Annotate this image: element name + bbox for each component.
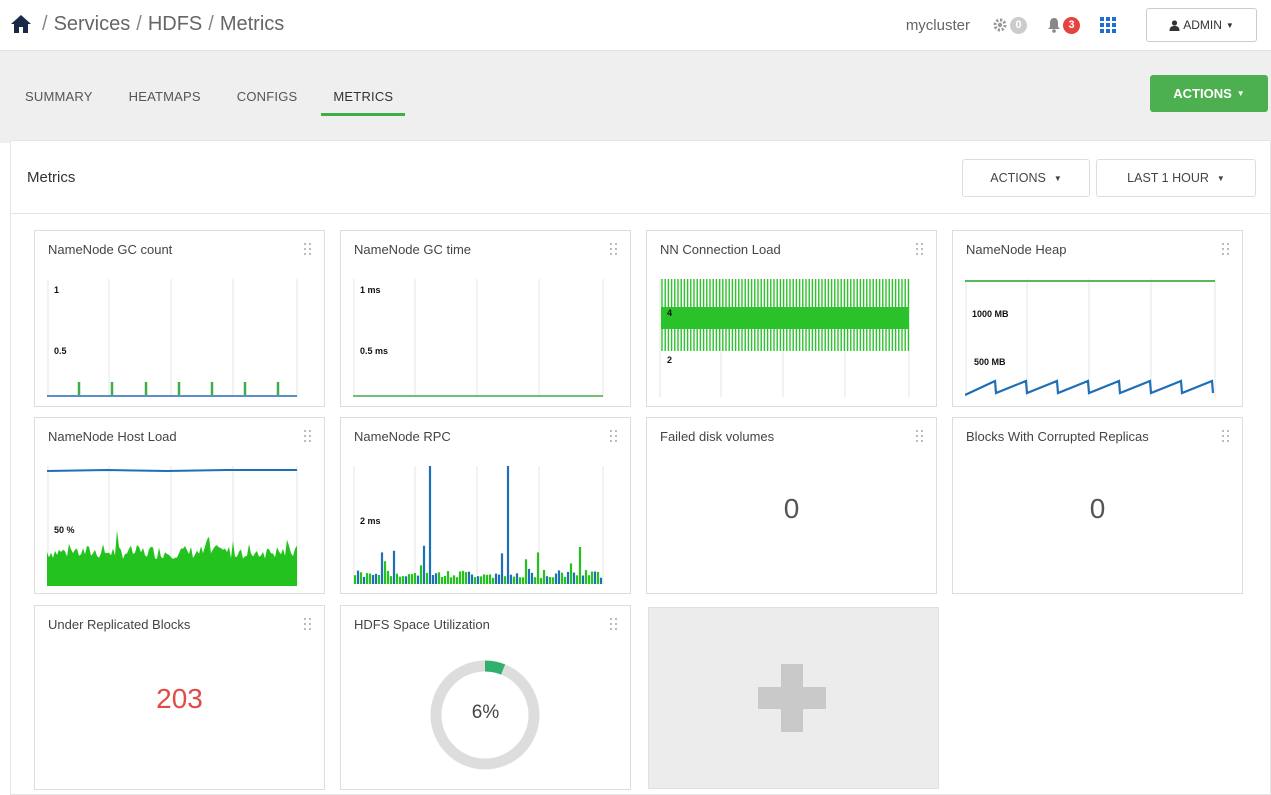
y-axis-label: 0.5 ms	[360, 346, 389, 356]
tab-metrics[interactable]: METRICS	[321, 89, 406, 116]
widget-namenode-rpc[interactable]: NameNode RPC 2 ms	[340, 417, 631, 594]
breadcrumb-current: Metrics	[219, 12, 285, 35]
panel-title: Metrics	[27, 169, 76, 186]
gc-count-chart	[47, 279, 298, 397]
y-axis-label: 0.5	[54, 346, 67, 356]
drag-handle-icon[interactable]	[916, 243, 924, 255]
widget-title: Failed disk volumes	[660, 429, 775, 444]
corrupted-replicas-value: 0	[1089, 493, 1106, 524]
widget-title: Blocks With Corrupted Replicas	[966, 429, 1149, 444]
failed-disk-volumes-value: 0	[783, 493, 800, 524]
widget-title: HDFS Space Utilization	[354, 617, 490, 632]
metrics-panel-header: Metrics ACTIONS ▼ LAST 1 HOUR ▼	[11, 141, 1270, 214]
gc-time-chart	[353, 279, 604, 397]
tab-summary[interactable]: SUMMARY	[25, 89, 93, 110]
y-axis-label: 4	[667, 308, 673, 318]
nn-connection-load-chart	[659, 279, 910, 397]
widget-nn-connection-load[interactable]: NN Connection Load 4 2	[646, 230, 937, 407]
add-widget-button[interactable]	[648, 607, 939, 789]
drag-handle-icon[interactable]	[916, 430, 924, 442]
service-nav: SUMMARY HEATMAPS CONFIGS METRICS ACTIONS…	[0, 50, 1271, 143]
bell-icon	[1048, 18, 1060, 33]
breadcrumb-separator: /	[42, 12, 48, 35]
breadcrumb-services[interactable]: Services	[54, 13, 131, 36]
widget-title: NameNode GC time	[354, 242, 472, 257]
widget-title: NameNode Heap	[966, 242, 1067, 257]
y-axis-label: 2	[667, 355, 673, 365]
plus-icon	[758, 664, 826, 732]
breadcrumb-hdfs[interactable]: HDFS	[148, 13, 202, 36]
y-axis-label: 2 ms	[360, 516, 381, 526]
user-name: ADMIN	[1183, 18, 1222, 32]
tab-heatmaps[interactable]: HEATMAPS	[129, 89, 201, 110]
user-menu-button[interactable]: ADMIN ▼	[1146, 8, 1257, 42]
widget-namenode-heap[interactable]: NameNode Heap 1000 MB 500 MB	[952, 230, 1243, 407]
metrics-actions-button[interactable]: ACTIONS ▼	[962, 159, 1090, 197]
apps-grid-icon[interactable]	[1100, 17, 1116, 33]
drag-handle-icon[interactable]	[1222, 243, 1230, 255]
top-bar: / Services / HDFS / Metrics mycluster 0 …	[0, 0, 1271, 50]
time-range-select[interactable]: LAST 1 HOUR ▼	[1096, 159, 1256, 197]
chevron-down-icon: ▼	[1216, 173, 1225, 183]
service-actions-button[interactable]: ACTIONS ▼	[1150, 75, 1268, 112]
space-utilization-value: 6%	[471, 702, 500, 723]
widget-title: NameNode GC count	[48, 242, 173, 257]
chevron-down-icon: ▼	[1236, 89, 1245, 98]
namenode-heap-chart	[965, 279, 1216, 397]
widget-namenode-host-load[interactable]: NameNode Host Load 50 %	[34, 417, 325, 594]
time-range-label: LAST 1 HOUR	[1127, 171, 1209, 185]
background-ops-button[interactable]: 0	[992, 16, 1027, 34]
breadcrumb-separator: /	[208, 12, 214, 35]
widget-gc-count[interactable]: NameNode GC count 1 0.5	[34, 230, 325, 407]
drag-handle-icon[interactable]	[610, 618, 618, 630]
y-axis-label: 500 MB	[974, 357, 1006, 367]
y-axis-label: 1 ms	[360, 285, 381, 295]
y-axis-label: 50 %	[54, 525, 75, 535]
widget-blocks-corrupted-replicas[interactable]: Blocks With Corrupted Replicas 0	[952, 417, 1243, 594]
chevron-down-icon: ▼	[1225, 20, 1234, 30]
alerts-button[interactable]: 3	[1047, 16, 1080, 34]
widget-failed-disk-volumes[interactable]: Failed disk volumes 0	[646, 417, 937, 594]
breadcrumb-separator: /	[136, 12, 142, 35]
chevron-down-icon: ▼	[1053, 173, 1062, 183]
cluster-name[interactable]: mycluster	[906, 17, 970, 34]
service-actions-label: ACTIONS	[1173, 86, 1232, 101]
namenode-host-load-chart	[47, 466, 298, 586]
breadcrumb: / Services / HDFS / Metrics	[10, 10, 284, 38]
drag-handle-icon[interactable]	[304, 243, 312, 255]
widget-title: Under Replicated Blocks	[48, 617, 191, 632]
widget-title: NN Connection Load	[660, 242, 781, 257]
under-replicated-value: 203	[156, 683, 203, 714]
widget-hdfs-space-utilization[interactable]: HDFS Space Utilization 6%	[340, 605, 631, 790]
metrics-actions-label: ACTIONS	[990, 171, 1046, 185]
ops-count-badge: 0	[1010, 16, 1027, 34]
drag-handle-icon[interactable]	[304, 618, 312, 630]
drag-handle-icon[interactable]	[304, 430, 312, 442]
widget-title: NameNode Host Load	[48, 429, 177, 444]
namenode-rpc-chart	[353, 466, 604, 584]
user-icon	[1169, 19, 1180, 31]
tab-configs[interactable]: CONFIGS	[237, 89, 298, 110]
home-icon[interactable]	[10, 13, 32, 35]
metrics-panel: Metrics ACTIONS ▼ LAST 1 HOUR ▼ NameNode…	[10, 140, 1271, 795]
widget-gc-time[interactable]: NameNode GC time 1 ms 0.5 ms	[340, 230, 631, 407]
drag-handle-icon[interactable]	[610, 243, 618, 255]
y-axis-label: 1000 MB	[972, 309, 1009, 319]
alerts-count-badge: 3	[1063, 16, 1080, 34]
drag-handle-icon[interactable]	[1222, 430, 1230, 442]
widget-under-replicated-blocks[interactable]: Under Replicated Blocks 203	[34, 605, 325, 790]
widget-title: NameNode RPC	[354, 429, 451, 444]
gear-icon	[993, 18, 1007, 32]
y-axis-label: 1	[54, 285, 60, 295]
drag-handle-icon[interactable]	[610, 430, 618, 442]
